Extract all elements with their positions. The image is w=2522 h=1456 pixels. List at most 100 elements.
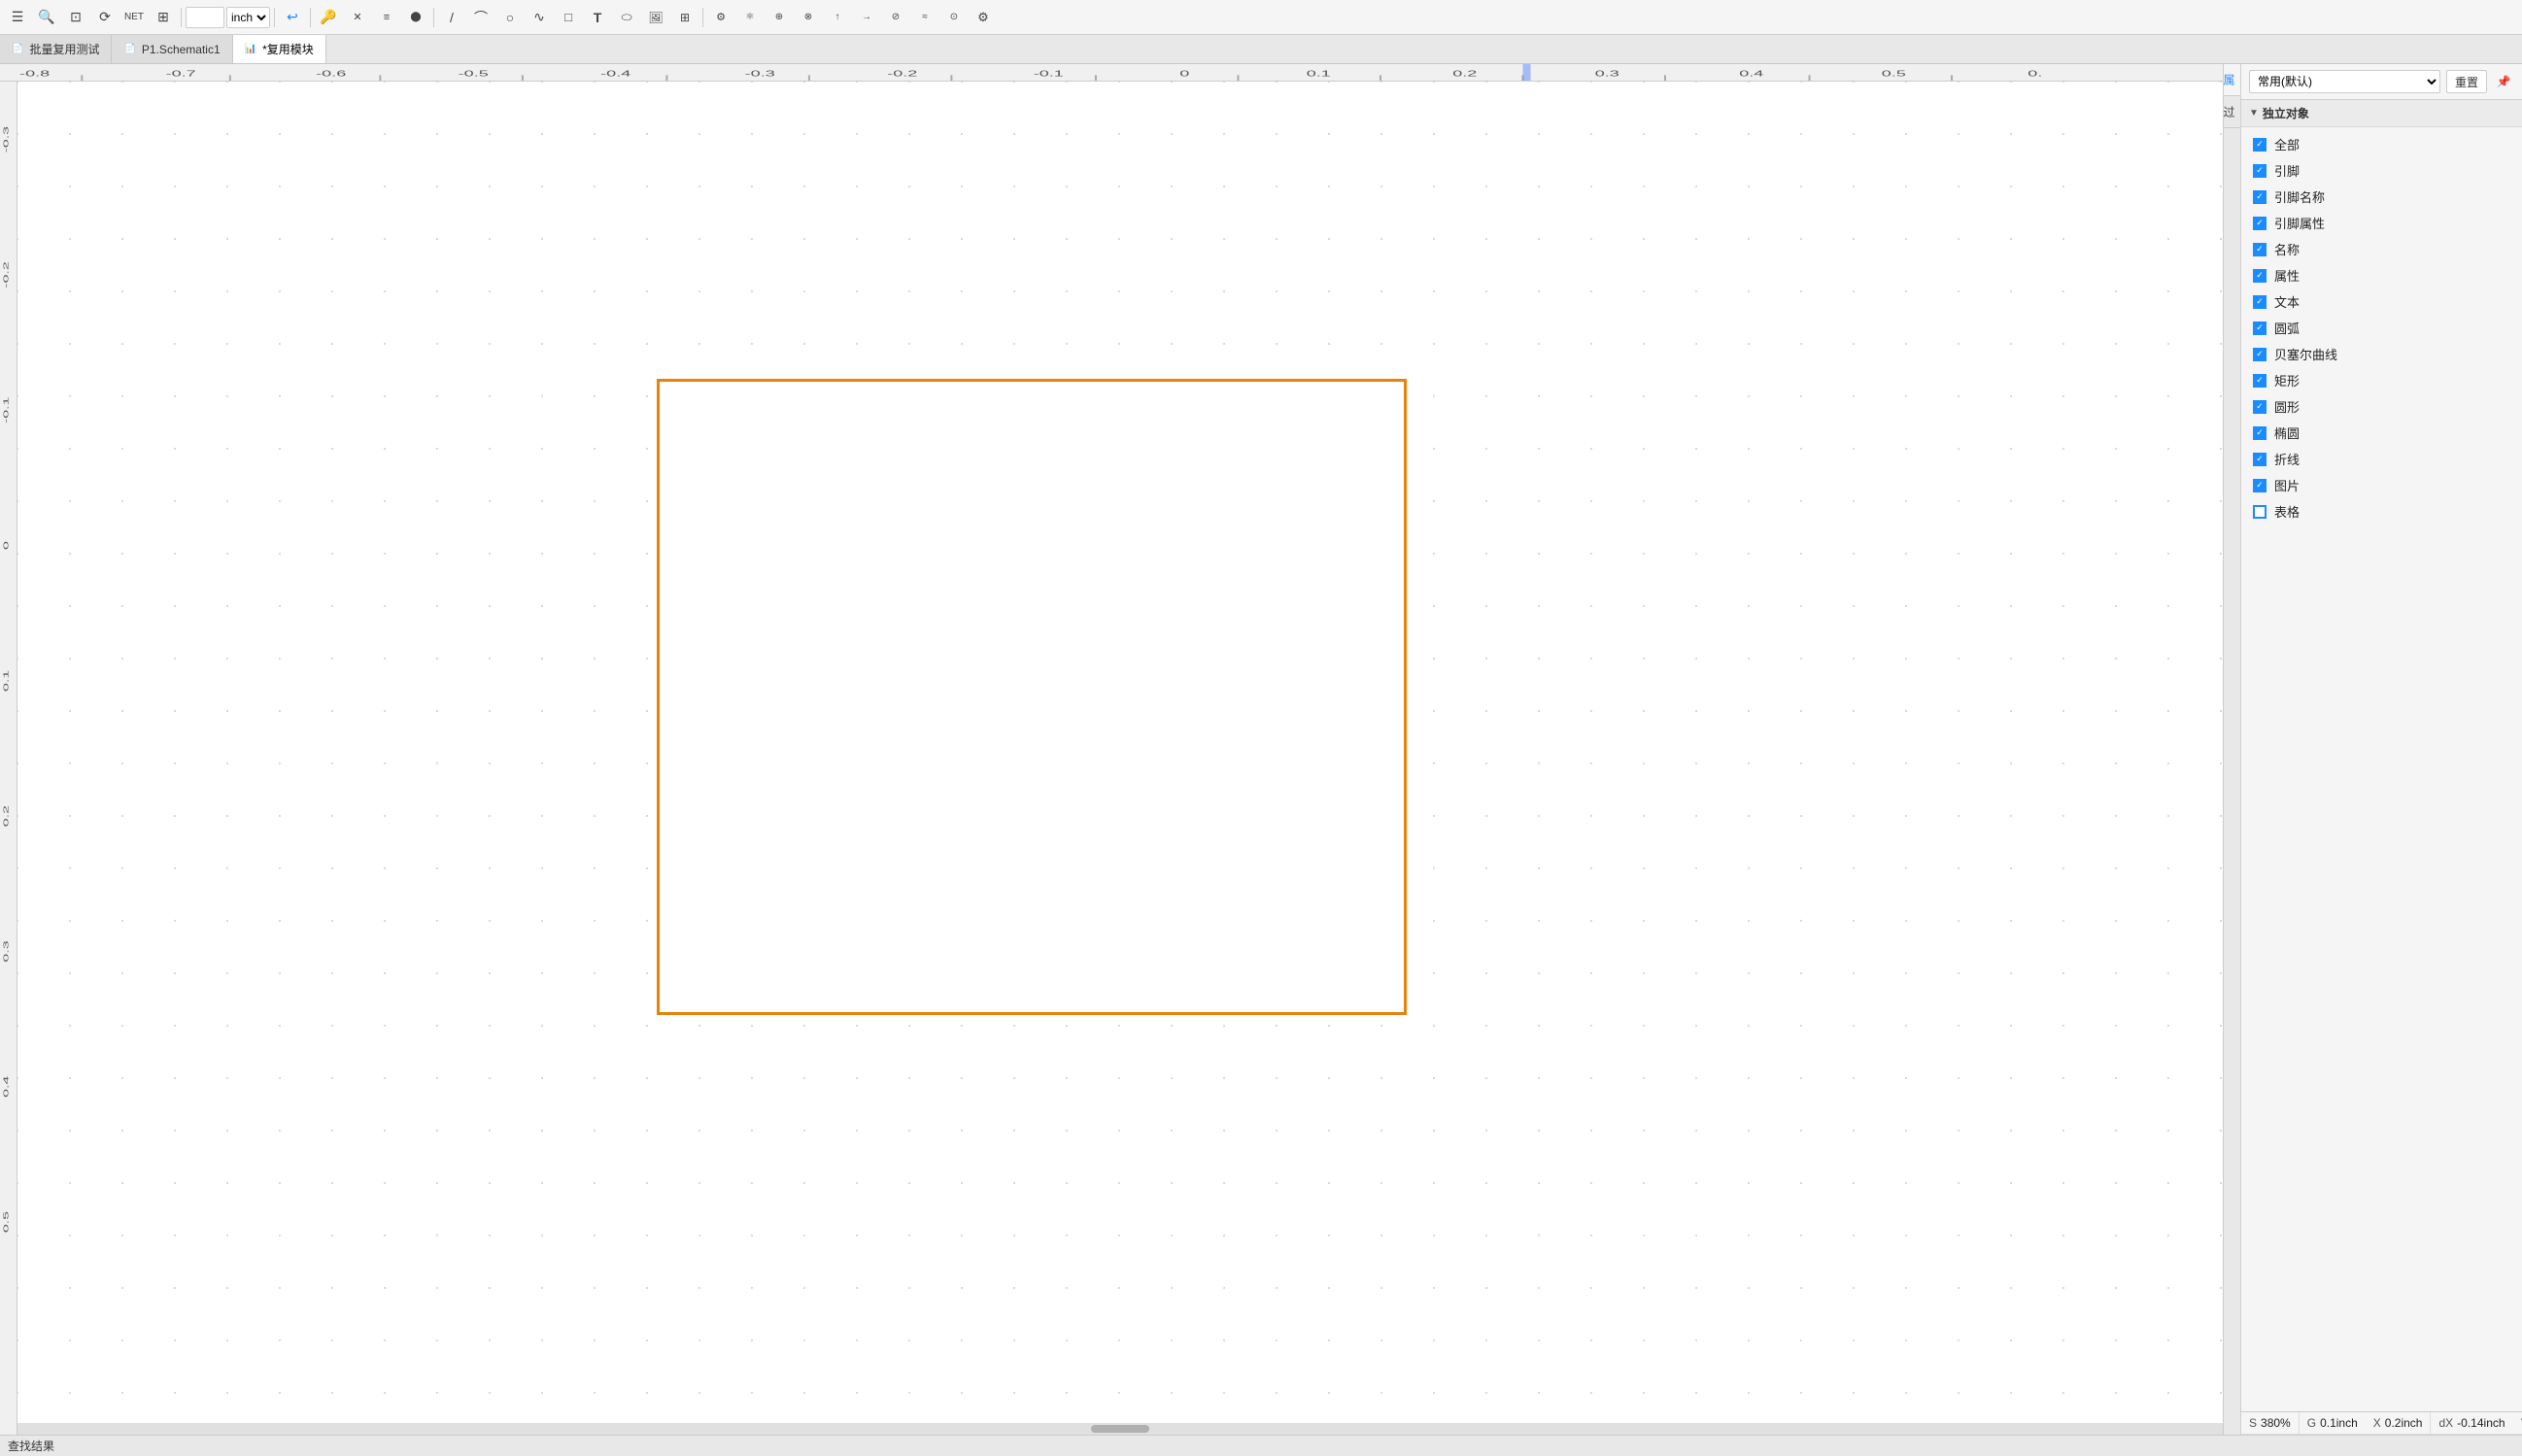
component4-button[interactable]: ↑: [824, 4, 851, 31]
redraw-button[interactable]: ⟳: [91, 4, 119, 31]
rect-button[interactable]: □: [555, 4, 582, 31]
coord-row-1: S380% G0.1inch: [2241, 1412, 2366, 1435]
checkbox-circle[interactable]: [2253, 400, 2266, 414]
section-header[interactable]: ▼ 独立对象: [2241, 100, 2522, 127]
canvas-content[interactable]: [17, 82, 2223, 1435]
svg-text:0.3: 0.3: [1595, 68, 1619, 78]
svg-text:-0.8: -0.8: [19, 68, 50, 78]
tab-batch-test[interactable]: 📄 批量复用测试: [0, 35, 112, 63]
checkbox-label-name: 名称: [2274, 240, 2300, 258]
undo-button[interactable]: ↩: [279, 4, 306, 31]
bottom-bar: 查找结果: [0, 1435, 2522, 1456]
preset-select[interactable]: 常用(默认) 全部 自定义: [2249, 70, 2440, 93]
svg-text:-0.1: -0.1: [2, 397, 10, 424]
checkbox-item-arc[interactable]: 圆弧: [2241, 315, 2522, 341]
component3-button[interactable]: ⊗: [795, 4, 822, 31]
circle-button[interactable]: ○: [496, 4, 524, 31]
canvas-area[interactable]: -0.8 -0.7 -0.6 -0.5 -0.4 -0.3 -0.2 -0.1 …: [0, 64, 2223, 1435]
right-panel-top: 常用(默认) 全部 自定义 重置 📌: [2241, 64, 2522, 100]
checkbox-rect[interactable]: [2253, 374, 2266, 388]
checkbox-item-all[interactable]: 全部: [2241, 131, 2522, 157]
reset-button[interactable]: 重置: [2446, 70, 2487, 93]
checkbox-pin-attr[interactable]: [2253, 217, 2266, 230]
zoom-value-input[interactable]: 0.1: [186, 7, 224, 28]
checkbox-item-pin-attr[interactable]: 引脚属性: [2241, 210, 2522, 236]
filter-side-tab[interactable]: 过滤: [2224, 96, 2240, 128]
sep1: [181, 8, 182, 27]
component7-button[interactable]: ≈: [911, 4, 938, 31]
orange-rectangle[interactable]: [657, 379, 1407, 1015]
coord-row-2: X0.2inch dX-0.14inch: [2366, 1412, 2513, 1435]
checkbox-arc[interactable]: [2253, 322, 2266, 335]
spline-button[interactable]: ∿: [526, 4, 553, 31]
coord-y: Y0.2inch: [2513, 1412, 2522, 1435]
x-label: X: [2373, 1416, 2381, 1430]
checkbox-all[interactable]: [2253, 138, 2266, 152]
zoom-search-button[interactable]: 🔍: [33, 4, 60, 31]
checkbox-ellipse[interactable]: [2253, 426, 2266, 440]
checkbox-item-pin-name[interactable]: 引脚名称: [2241, 184, 2522, 210]
tab-p1-label: P1.Schematic1: [142, 43, 221, 56]
checkbox-text[interactable]: [2253, 295, 2266, 309]
settings-button[interactable]: ⚙: [970, 4, 997, 31]
zoom-fit-button[interactable]: ⊡: [62, 4, 89, 31]
zoom-unit-select[interactable]: inch mm mil: [226, 7, 270, 28]
tab-reuse-label: *复用模块: [262, 41, 314, 57]
coords-bar: S380% G0.1inch X0.2inch dX-0.14inch Y0.2…: [2241, 1411, 2522, 1435]
checkbox-attr[interactable]: [2253, 269, 2266, 283]
checkbox-item-rect[interactable]: 矩形: [2241, 367, 2522, 393]
grid-button[interactable]: ⊞: [150, 4, 177, 31]
checkbox-table[interactable]: [2253, 505, 2266, 519]
checkbox-item-name[interactable]: 名称: [2241, 236, 2522, 262]
horizontal-scrollbar[interactable]: [17, 1423, 2223, 1435]
sep3: [310, 8, 311, 27]
component6-button[interactable]: ⊘: [882, 4, 909, 31]
checkbox-name[interactable]: [2253, 243, 2266, 256]
checkbox-item-bezier[interactable]: 贝塞尔曲线: [2241, 341, 2522, 367]
section-title: 独立对象: [2263, 105, 2309, 121]
checkbox-item-table[interactable]: 表格: [2241, 498, 2522, 525]
checkbox-pin-name[interactable]: [2253, 190, 2266, 204]
tab-p1-schematic[interactable]: 📄 P1.Schematic1: [112, 35, 232, 63]
checkbox-label-pin-name: 引脚名称: [2274, 187, 2325, 206]
junction-button[interactable]: ⬤: [402, 4, 429, 31]
pin-button[interactable]: 📌: [2493, 71, 2514, 92]
component8-button[interactable]: ⊙: [940, 4, 968, 31]
checkbox-bezier[interactable]: [2253, 348, 2266, 361]
checkbox-item-attr[interactable]: 属性: [2241, 262, 2522, 288]
checkbox-item-circle[interactable]: 圆形: [2241, 393, 2522, 420]
checkbox-label-table: 表格: [2274, 502, 2300, 521]
checkbox-item-image[interactable]: 图片: [2241, 472, 2522, 498]
checkbox-image[interactable]: [2253, 479, 2266, 492]
svg-text:0.2: 0.2: [2, 805, 10, 827]
arc-button[interactable]: ⌒: [467, 4, 494, 31]
image-button[interactable]: 🖼: [642, 4, 669, 31]
ellipse-button[interactable]: ⬭: [613, 4, 640, 31]
bus-button[interactable]: ≡: [373, 4, 400, 31]
menu-button[interactable]: ☰: [4, 4, 31, 31]
properties-side-tab[interactable]: 属性: [2224, 64, 2240, 96]
checkbox-item-text[interactable]: 文本: [2241, 288, 2522, 315]
component1-button[interactable]: ⚛: [736, 4, 764, 31]
svg-text:0.1: 0.1: [2, 670, 10, 692]
text-button[interactable]: T: [584, 4, 611, 31]
checkbox-polyline[interactable]: [2253, 453, 2266, 466]
wire-button[interactable]: 🔑: [315, 4, 342, 31]
line-button[interactable]: /: [438, 4, 465, 31]
more-button[interactable]: ⚙: [707, 4, 734, 31]
table-button[interactable]: ⊞: [671, 4, 699, 31]
scrollbar-thumb[interactable]: [1091, 1425, 1149, 1433]
checkbox-pin[interactable]: [2253, 164, 2266, 178]
checkbox-item-ellipse[interactable]: 椭圆: [2241, 420, 2522, 446]
svg-text:0: 0: [1179, 68, 1189, 78]
tab-reuse-module[interactable]: 📊 *复用模块: [233, 35, 326, 63]
checkbox-item-polyline[interactable]: 折线: [2241, 446, 2522, 472]
no-connect-button[interactable]: ✕: [344, 4, 371, 31]
component2-button[interactable]: ⊕: [766, 4, 793, 31]
checkbox-item-pin[interactable]: 引脚: [2241, 157, 2522, 184]
svg-text:-0.7: -0.7: [166, 68, 196, 78]
net-highlight-button[interactable]: NET: [120, 4, 148, 31]
main-area: -0.8 -0.7 -0.6 -0.5 -0.4 -0.3 -0.2 -0.1 …: [0, 64, 2522, 1435]
component5-button[interactable]: →: [853, 4, 880, 31]
tab-p1-icon: 📄: [123, 44, 135, 54]
